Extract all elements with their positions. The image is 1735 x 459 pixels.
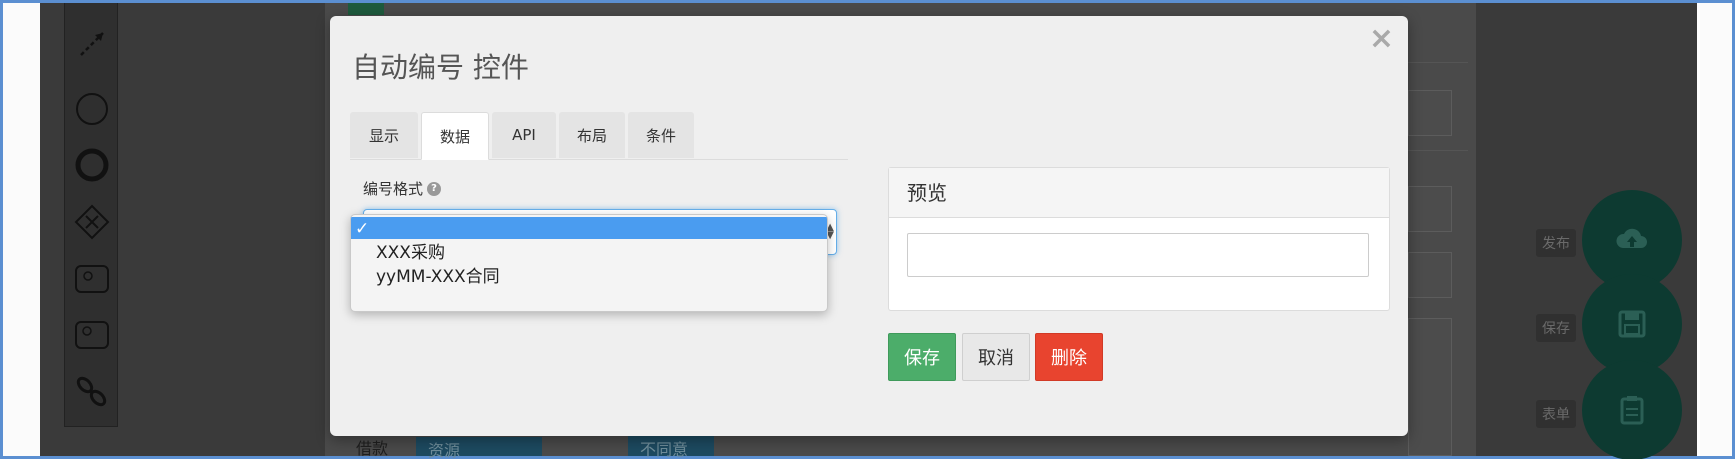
- tab-api[interactable]: API: [492, 112, 556, 158]
- check-icon: ✓: [355, 219, 370, 239]
- underlying-resource-label: 资源: [428, 441, 461, 459]
- underlying-divider: [1408, 150, 1468, 151]
- preview-input[interactable]: [907, 233, 1369, 277]
- cancel-button[interactable]: 取消: [962, 333, 1030, 381]
- end-event-icon[interactable]: [73, 146, 111, 184]
- connector-arrow-icon[interactable]: [73, 25, 111, 63]
- link-icon[interactable]: [73, 372, 111, 410]
- tab-layout[interactable]: 布局: [559, 112, 625, 158]
- form-circle-button[interactable]: [1582, 360, 1682, 459]
- tab-bar: 显示 数据 API 布局 条件: [350, 112, 848, 160]
- preview-panel: 预览: [888, 167, 1390, 311]
- underlying-divider: [1408, 62, 1468, 63]
- preview-title: 预览: [889, 168, 1389, 218]
- dropdown-option-empty[interactable]: ✓: [351, 217, 827, 239]
- underlying-field: [1408, 186, 1452, 232]
- underlying-label: 借款: [356, 439, 389, 458]
- service-task-icon[interactable]: [73, 316, 111, 354]
- underlying-field: [1408, 252, 1452, 298]
- floppy-save-icon: [1618, 310, 1646, 338]
- close-icon[interactable]: ×: [1369, 24, 1394, 54]
- left-margin: [3, 3, 40, 456]
- gateway-icon[interactable]: [73, 203, 111, 241]
- delete-button[interactable]: 删除: [1035, 333, 1103, 381]
- underlying-disagree-label: 不同意: [640, 440, 689, 459]
- underlying-accent: [348, 3, 384, 15]
- save-circle-button[interactable]: [1582, 274, 1682, 374]
- tool-palette: [64, 3, 118, 427]
- tab-data[interactable]: 数据: [421, 112, 489, 160]
- form-button[interactable]: 表单: [1536, 400, 1576, 428]
- user-task-icon[interactable]: [73, 260, 111, 298]
- underlying-field: [1408, 90, 1452, 136]
- save-button[interactable]: 保存: [888, 333, 956, 381]
- save-bg-button[interactable]: 保存: [1536, 314, 1576, 342]
- dropdown-option-contract[interactable]: yyMM-XXX合同: [351, 265, 827, 289]
- start-event-icon[interactable]: [73, 90, 111, 128]
- number-format-label: 编号格式 ?: [363, 178, 442, 199]
- auto-number-modal: 自动编号 控件 × 显示 数据 API 布局 条件 编号格式 ? ▲ ▼ ✓ XX…: [330, 16, 1408, 436]
- dropdown-option-purchase[interactable]: XXX采购: [351, 241, 827, 265]
- underlying-disagree-tag: 不同意: [628, 436, 714, 459]
- publish-button[interactable]: 发布: [1536, 229, 1576, 257]
- underlying-resource-tag: 资源: [416, 437, 542, 459]
- tab-display[interactable]: 显示: [350, 112, 418, 158]
- underlying-field: [1408, 318, 1452, 456]
- question-icon[interactable]: ?: [427, 181, 442, 196]
- number-format-dropdown[interactable]: ✓ XXX采购 yyMM-XXX合同: [350, 214, 828, 312]
- number-format-label-text: 编号格式: [363, 180, 424, 198]
- modal-title: 自动编号 控件: [352, 51, 529, 84]
- right-margin: [1700, 3, 1732, 456]
- cloud-upload-icon: [1616, 228, 1647, 248]
- tab-condition[interactable]: 条件: [628, 112, 694, 158]
- clipboard-icon: [1620, 396, 1644, 425]
